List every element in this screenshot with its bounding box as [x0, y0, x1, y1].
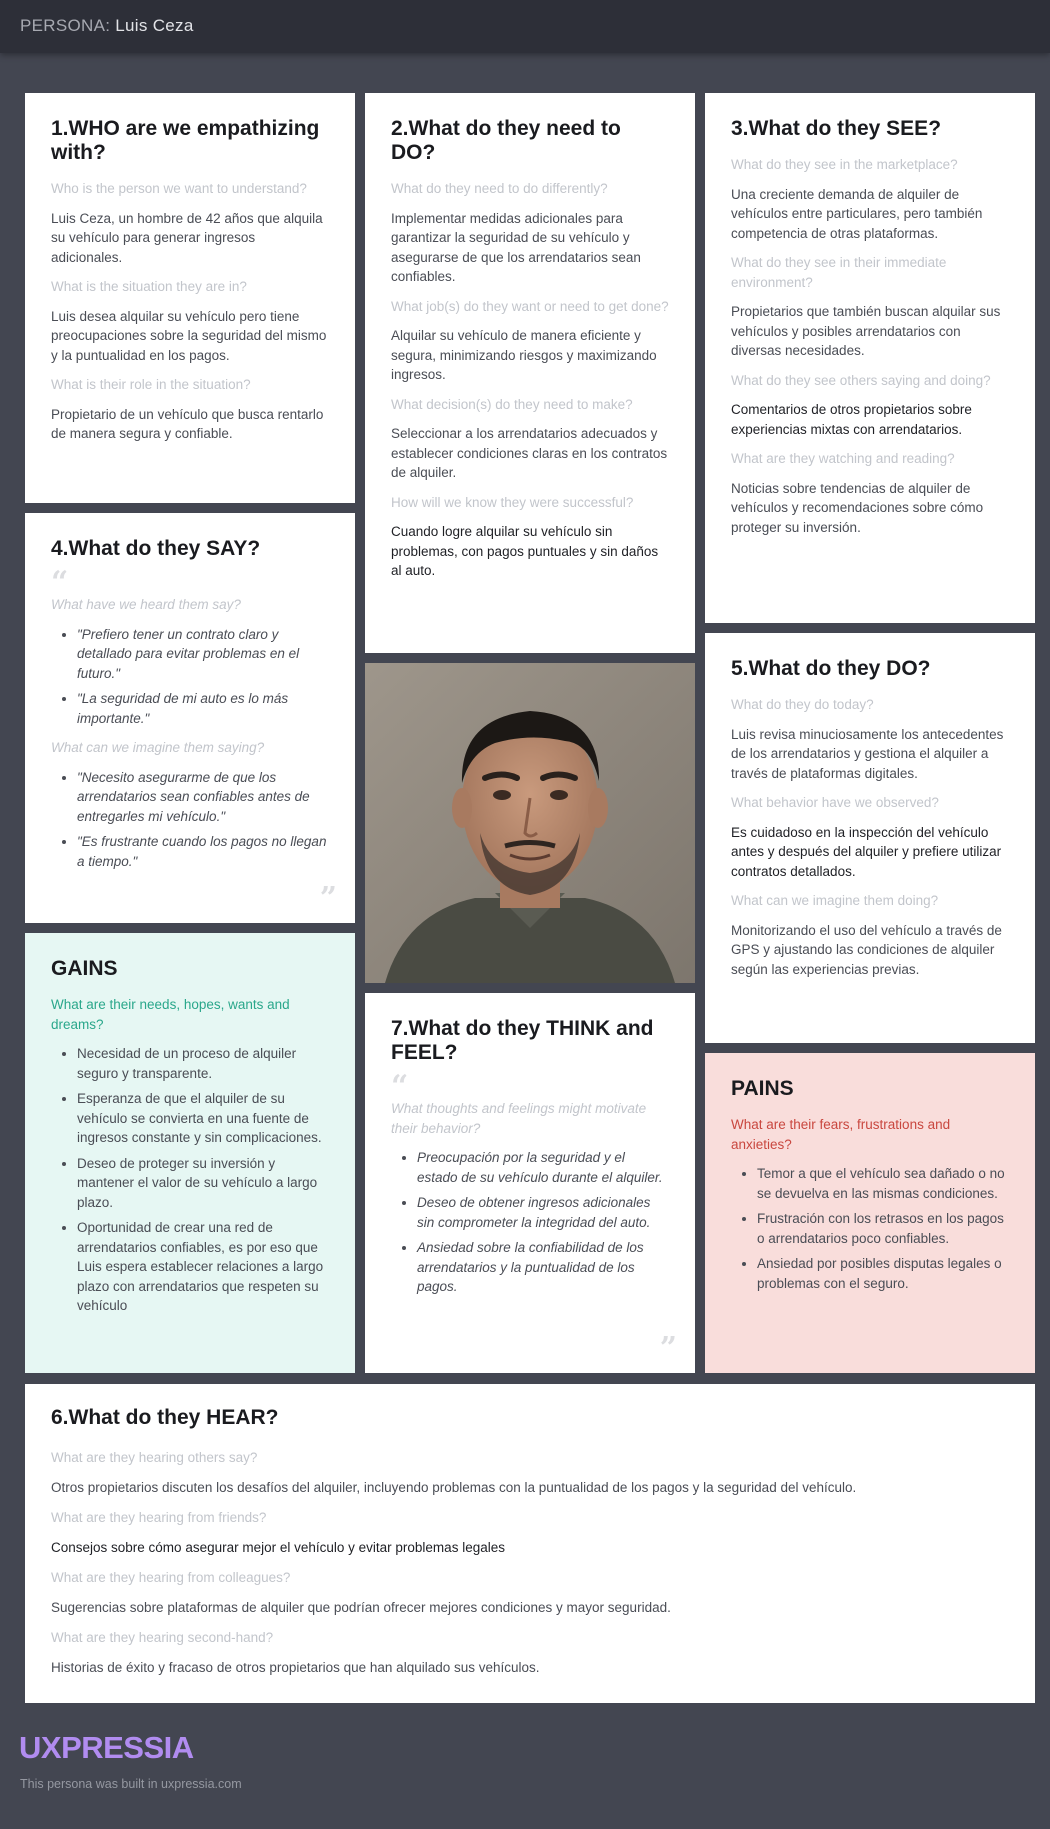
gains-card: GAINS What are their needs, hopes, wants… [25, 933, 355, 1373]
who-answer-2: Luis desea alquilar su vehículo pero tie… [51, 308, 327, 363]
who-question-2: What is the situation they are in? [51, 279, 247, 294]
see-question-3: What do they see others saying and doing… [731, 372, 991, 388]
do-answer-2: Es cuidadoso en la inspección del vehícu… [731, 824, 1002, 879]
who-title: 1.WHO are we empathizing with? [51, 117, 320, 164]
see-question-4: What are they watching and reading? [731, 451, 955, 466]
persona-prefix: PERSONA: [20, 16, 111, 35]
list-item: "Prefiero tener un contrato claro y deta… [77, 625, 329, 684]
say-title: 4.What do they SAY? [51, 537, 261, 560]
need-to-do-card: 2.What do they need to DO? What do they … [365, 93, 695, 653]
see-question-1: What do they see in the marketplace? [731, 157, 958, 172]
see-answer-1: Una creciente demanda de alquiler de veh… [731, 186, 983, 241]
say-imagined-list: "Necesito asegurarme de que los arrendat… [77, 768, 329, 872]
hear-question-1: What are they hearing others say? [51, 1450, 258, 1465]
list-item: Deseo de proteger su inversión y mantene… [77, 1154, 329, 1213]
hear-question-4: What are they hearing second-hand? [51, 1630, 274, 1645]
quote-open-icon: “ [51, 565, 69, 600]
do-question-1: What do they do today? [731, 697, 874, 712]
gains-list: Necesidad de un proceso de alquiler segu… [77, 1044, 329, 1316]
pains-card: PAINS What are their fears, frustrations… [705, 1053, 1035, 1373]
hear-answer-4: Historias de éxito y fracaso de otros pr… [51, 1660, 540, 1675]
list-item: Preocupación por la seguridad y el estad… [417, 1148, 669, 1187]
pains-list: Temor a que el vehículo sea dañado o no … [757, 1164, 1009, 1293]
say-question-2: What can we imagine them saying? [51, 740, 265, 755]
need-to-do-answer-1: Implementar medidas adicionales para gar… [391, 210, 641, 285]
hear-card: 6.What do they HEAR? What are they heari… [25, 1384, 1035, 1703]
hear-question-3: What are they hearing from colleagues? [51, 1570, 291, 1585]
need-to-do-answer-2: Alquilar su vehículo de manera eficiente… [391, 328, 657, 382]
see-card: 3.What do they SEE? What do they see in … [705, 93, 1035, 623]
persona-photo [365, 663, 695, 983]
hear-title: 6.What do they HEAR? [51, 1406, 279, 1429]
list-item: "Necesito asegurarme de que los arrendat… [77, 768, 329, 827]
uxpressia-logo[interactable]: UXPRESSIA [19, 1730, 194, 1766]
pains-title: PAINS [731, 1077, 794, 1100]
who-question-1: Who is the person we want to understand? [51, 181, 307, 196]
do-title: 5.What do they DO? [731, 657, 931, 680]
think-feel-list: Preocupación por la seguridad y el estad… [417, 1148, 669, 1297]
do-answer-3: Monitorizando el uso del vehículo a trav… [731, 922, 1002, 977]
persona-name: Luis Ceza [115, 16, 194, 35]
quote-open-icon: “ [391, 1069, 409, 1104]
say-heard-list: "Prefiero tener un contrato claro y deta… [77, 625, 329, 729]
think-feel-question: What thoughts and feelings might motivat… [391, 1101, 647, 1136]
see-question-2: What do they see in their immediate envi… [731, 255, 947, 290]
who-answer-1: Luis Ceza, un hombre de 42 años que alqu… [51, 210, 323, 265]
list-item: "La seguridad de mi auto es lo más impor… [77, 689, 329, 728]
need-to-do-answer-4: Cuando logre alquilar su vehículo sin pr… [391, 524, 659, 578]
persona-title: PERSONA: Luis Ceza [20, 16, 194, 36]
hear-question-2: What are they hearing from friends? [51, 1510, 267, 1525]
need-to-do-answer-3: Seleccionar a los arrendatarios adecuado… [391, 426, 668, 480]
list-item: Frustración con los retrasos en los pago… [757, 1209, 1009, 1248]
list-item: Ansiedad por posibles disputas legales o… [757, 1254, 1009, 1293]
do-card: 5.What do they DO? What do they do today… [705, 633, 1035, 1043]
hear-answer-1: Otros propietarios discuten los desafíos… [51, 1480, 857, 1495]
see-answer-2: Propietarios que también buscan alquilar… [731, 304, 1001, 358]
quote-close-icon: ” [659, 1331, 677, 1366]
need-to-do-title: 2.What do they need to DO? [391, 117, 621, 164]
list-item: Ansiedad sobre la confiabilidad de los a… [417, 1238, 669, 1297]
who-answer-3: Propietario de un vehículo que busca ren… [51, 406, 324, 442]
need-to-do-question-3: What decision(s) do they need to make? [391, 396, 633, 412]
who-card: 1.WHO are we empathizing with? Who is th… [25, 93, 355, 503]
say-card: 4.What do they SAY? “ What have we heard… [25, 513, 355, 923]
who-question-3: What is their role in the situation? [51, 377, 251, 392]
list-item: Necesidad de un proceso de alquiler segu… [77, 1044, 329, 1083]
list-item: Deseo de obtener ingresos adicionales si… [417, 1193, 669, 1232]
do-question-3: What can we imagine them doing? [731, 893, 939, 908]
hear-answer-3: Sugerencias sobre plataformas de alquile… [51, 1600, 671, 1615]
list-item: Temor a que el vehículo sea dañado o no … [757, 1164, 1009, 1203]
top-bar: PERSONA: Luis Ceza [0, 0, 1050, 53]
see-title: 3.What do they SEE? [731, 117, 942, 140]
need-to-do-question-4: How will we know they were successful? [391, 494, 634, 510]
say-question-1: What have we heard them say? [51, 597, 241, 612]
list-item: Esperanza de que el alquiler de su vehíc… [77, 1089, 329, 1148]
need-to-do-question-2: What job(s) do they want or need to get … [391, 298, 669, 314]
list-item: Oportunidad de crear una red de arrendat… [77, 1218, 329, 1316]
quote-close-icon: ” [319, 881, 337, 916]
gains-title: GAINS [51, 957, 118, 980]
see-answer-3: Comentarios de otros propietarios sobre … [731, 402, 972, 437]
do-answer-1: Luis revisa minuciosamente los anteceden… [731, 726, 1004, 781]
think-feel-card: 7.What do they THINK and FEEL? “ What th… [365, 993, 695, 1373]
footer-note: This persona was built in uxpressia.com [20, 1777, 242, 1791]
think-feel-title: 7.What do they THINK and FEEL? [391, 1017, 654, 1064]
list-item: "Es frustrante cuando los pagos no llega… [77, 832, 329, 871]
gains-question: What are their needs, hopes, wants and d… [51, 997, 290, 1032]
hear-answer-2: Consejos sobre cómo asegurar mejor el ve… [51, 1540, 505, 1555]
do-question-2: What behavior have we observed? [731, 795, 939, 810]
need-to-do-question-1: What do they need to do differently? [391, 181, 608, 196]
see-answer-4: Noticias sobre tendencias de alquiler de… [731, 480, 984, 535]
pains-question: What are their fears, frustrations and a… [731, 1117, 951, 1152]
